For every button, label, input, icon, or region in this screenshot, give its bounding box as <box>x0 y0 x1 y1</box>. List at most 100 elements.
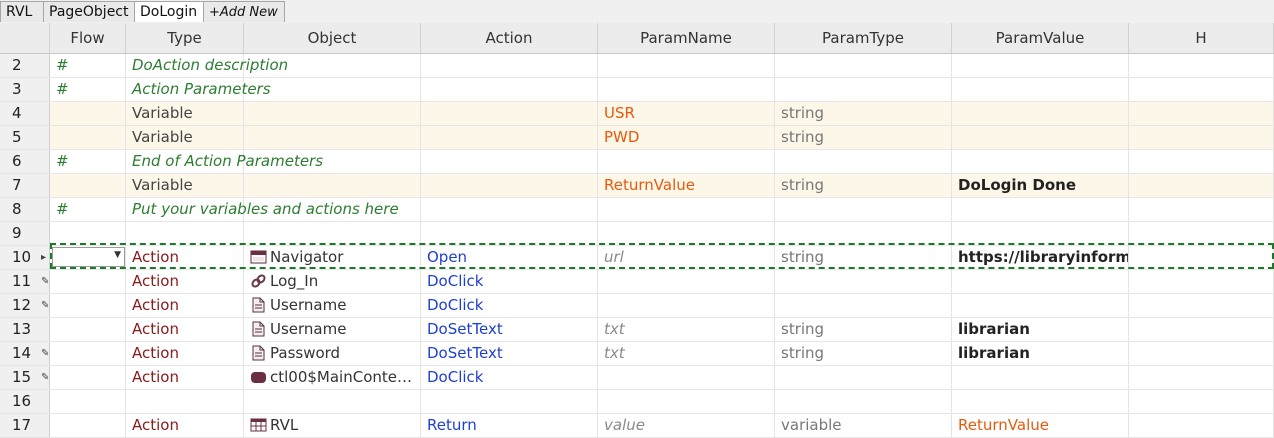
cell-object[interactable]: RVL <box>244 414 421 437</box>
cell-object[interactable]: Password <box>244 342 421 365</box>
row-header[interactable]: 16 <box>0 390 50 413</box>
cell-flow[interactable] <box>50 126 126 149</box>
cell-flow[interactable] <box>50 390 126 413</box>
tab-pageobject[interactable]: PageObject <box>43 1 135 22</box>
table-row[interactable]: 4 Variable USR string <box>0 102 1274 126</box>
cell-paramname[interactable] <box>598 150 775 173</box>
cell-paramname[interactable] <box>598 366 775 389</box>
cell-h[interactable] <box>1129 102 1274 125</box>
cell-paramtype[interactable]: string <box>775 102 952 125</box>
cell-paramvalue[interactable]: librarian <box>952 318 1129 341</box>
cell-type[interactable]: Variable <box>126 174 244 197</box>
cell-action[interactable] <box>421 126 598 149</box>
cell-object[interactable]: Username <box>244 318 421 341</box>
cell-paramtype[interactable] <box>775 150 952 173</box>
corner-cell[interactable] <box>0 23 50 53</box>
cell-paramname[interactable] <box>598 78 775 101</box>
cell-flow[interactable] <box>50 294 126 317</box>
col-header-h[interactable]: H <box>1129 23 1274 53</box>
cell-paramtype[interactable]: string <box>775 174 952 197</box>
table-row[interactable]: 7 Variable ReturnValue string DoLogin Done <box>0 174 1274 198</box>
cell-action[interactable]: DoClick <box>421 366 598 389</box>
cell-object[interactable] <box>244 174 421 197</box>
cell-flow[interactable] <box>50 174 126 197</box>
cell-type[interactable] <box>126 222 244 245</box>
row-header[interactable]: 5 <box>0 126 50 149</box>
cell-paramtype[interactable]: string <box>775 126 952 149</box>
cell-h[interactable] <box>1129 222 1274 245</box>
col-header-object[interactable]: Object <box>244 23 421 53</box>
table-row[interactable]: 3 # Action Parameters <box>0 78 1274 102</box>
cell-paramname[interactable] <box>598 198 775 221</box>
cell-h[interactable] <box>1129 390 1274 413</box>
cell-type[interactable]: Action <box>126 270 244 293</box>
cell-flow[interactable]: # <box>50 78 126 101</box>
flow-dropdown[interactable]: ▼ <box>52 247 125 267</box>
cell-flow[interactable] <box>50 342 126 365</box>
cell-type[interactable]: Action <box>126 366 244 389</box>
row-header[interactable]: 17 <box>0 414 50 437</box>
cell-h[interactable] <box>1129 366 1274 389</box>
cell-object[interactable] <box>244 222 421 245</box>
cell-h[interactable] <box>1129 54 1274 77</box>
cell-flow[interactable] <box>50 414 126 437</box>
cell-action[interactable]: Open <box>421 246 598 269</box>
cell-h[interactable] <box>1129 246 1274 269</box>
cell-flow[interactable] <box>50 102 126 125</box>
chevron-down-icon[interactable]: ▼ <box>114 250 121 260</box>
cell-paramvalue[interactable]: ReturnValue <box>952 414 1129 437</box>
col-header-type[interactable]: Type <box>126 23 244 53</box>
cell-flow[interactable]: # <box>50 54 126 77</box>
row-header[interactable]: 12 ✎ <box>0 294 50 317</box>
cell-paramname[interactable]: PWD <box>598 126 775 149</box>
cell-type[interactable]: Action Parameters <box>126 78 271 101</box>
cell-paramtype[interactable] <box>775 270 952 293</box>
cell-action[interactable] <box>421 198 598 221</box>
cell-paramtype[interactable]: string <box>775 246 952 269</box>
cell-h[interactable] <box>1129 150 1274 173</box>
row-header[interactable]: 10 ▸ <box>0 246 50 269</box>
cell-action[interactable] <box>421 102 598 125</box>
cell-object[interactable] <box>244 126 421 149</box>
cell-paramtype[interactable] <box>775 390 952 413</box>
row-header[interactable]: 4 <box>0 102 50 125</box>
col-header-flow[interactable]: Flow <box>50 23 126 53</box>
cell-type[interactable]: Action <box>126 246 244 269</box>
cell-paramtype[interactable] <box>775 222 952 245</box>
row-header[interactable]: 8 <box>0 198 50 221</box>
cell-paramvalue[interactable] <box>952 222 1129 245</box>
row-header[interactable]: 7 <box>0 174 50 197</box>
cell-paramvalue[interactable]: https://libraryinformationsystem… <box>952 246 1129 269</box>
cell-object[interactable] <box>244 102 421 125</box>
row-header[interactable]: 13 <box>0 318 50 341</box>
cell-type[interactable] <box>126 390 244 413</box>
cell-action[interactable]: DoClick <box>421 294 598 317</box>
cell-paramvalue[interactable] <box>952 54 1129 77</box>
cell-object[interactable]: ctl00$MainConte… <box>244 366 421 389</box>
col-header-paramvalue[interactable]: ParamValue <box>952 23 1129 53</box>
cell-paramname[interactable] <box>598 270 775 293</box>
cell-paramvalue[interactable] <box>952 270 1129 293</box>
cell-paramvalue[interactable] <box>952 198 1129 221</box>
cell-type[interactable]: Action <box>126 342 244 365</box>
cell-type[interactable]: Variable <box>126 126 244 149</box>
cell-paramtype[interactable] <box>775 54 952 77</box>
col-header-action[interactable]: Action <box>421 23 598 53</box>
cell-h[interactable] <box>1129 414 1274 437</box>
cell-paramvalue[interactable] <box>952 366 1129 389</box>
cell-paramtype[interactable] <box>775 366 952 389</box>
cell-h[interactable] <box>1129 78 1274 101</box>
cell-object[interactable]: Log_In <box>244 270 421 293</box>
cell-paramvalue[interactable] <box>952 126 1129 149</box>
row-header[interactable]: 15 ✎ <box>0 366 50 389</box>
cell-action[interactable]: DoSetText <box>421 318 598 341</box>
row-header[interactable]: 3 <box>0 78 50 101</box>
table-row[interactable]: 13 Action Username DoSetText txt string librar… <box>0 318 1274 342</box>
cell-h[interactable] <box>1129 342 1274 365</box>
cell-paramname[interactable]: USR <box>598 102 775 125</box>
table-row[interactable]: 15 ✎ Action ctl00$MainConte… DoClick <box>0 366 1274 390</box>
cell-paramname[interactable]: txt <box>598 318 775 341</box>
table-row[interactable]: 5 Variable PWD string <box>0 126 1274 150</box>
cell-action[interactable] <box>421 222 598 245</box>
row-header[interactable]: 6 <box>0 150 50 173</box>
